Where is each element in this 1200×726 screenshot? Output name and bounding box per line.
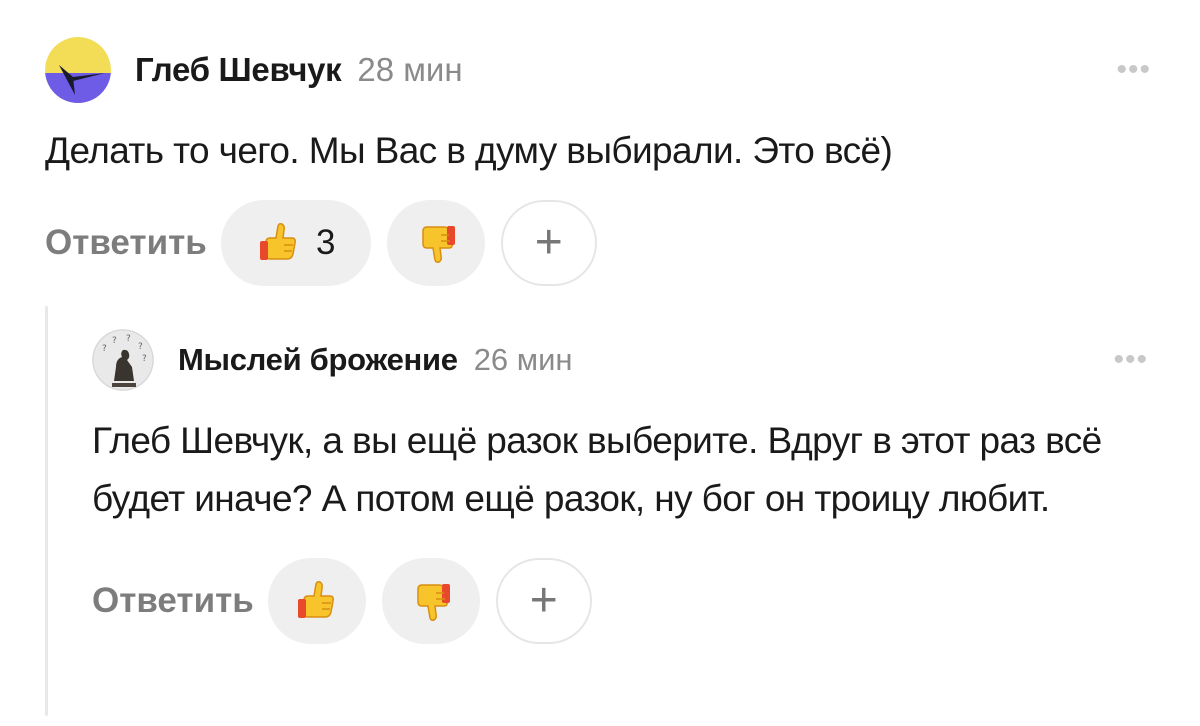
add-reaction-button[interactable]: + <box>500 200 597 286</box>
comment-header: ? ? ? ? ? Мыслей брожение 26 мин ••• <box>92 322 1162 398</box>
yellow-purple-avatar-icon <box>45 37 111 103</box>
reply-button[interactable]: Ответить <box>92 581 254 621</box>
ellipsis-icon[interactable]: ••• <box>1109 339 1152 381</box>
comment-actions: Ответить 3 + <box>45 200 1155 286</box>
like-button[interactable] <box>267 558 366 644</box>
svg-text:?: ? <box>102 344 107 354</box>
thumbs-down-icon <box>408 578 454 624</box>
like-count: 3 <box>316 223 336 262</box>
add-reaction-button[interactable]: + <box>495 558 592 644</box>
timestamp: 26 мин <box>473 342 573 377</box>
plus-icon: + <box>534 216 563 269</box>
comment: Глеб Шевчук 28 мин ••• Делать то чего. М… <box>45 30 1155 286</box>
dislike-button[interactable] <box>386 200 485 286</box>
svg-text:?: ? <box>126 334 131 344</box>
svg-text:?: ? <box>112 336 117 346</box>
thumbs-up-icon <box>294 578 340 624</box>
timestamp: 28 мин <box>357 51 463 88</box>
comment-text: Глеб Шевчук, а вы ещё разок выберите. Вд… <box>92 420 1102 519</box>
ellipsis-icon[interactable]: ••• <box>1112 49 1155 91</box>
author-name[interactable]: Мыслей брожение <box>178 342 458 378</box>
thread-line <box>45 306 48 716</box>
like-button[interactable]: 3 <box>220 200 371 286</box>
avatar[interactable] <box>45 37 111 103</box>
comment-actions: Ответить + <box>92 558 1162 644</box>
reply-button[interactable]: Ответить <box>45 223 207 263</box>
comment-text: Делать то чего. Мы Вас в думу выбирали. … <box>45 130 893 171</box>
dislike-button[interactable] <box>381 558 480 644</box>
reply-comment: ? ? ? ? ? Мыслей брожение 26 мин ••• Гле… <box>92 322 1162 644</box>
thinker-statue-avatar-icon: ? ? ? ? ? <box>92 329 154 391</box>
plus-icon: + <box>529 574 558 627</box>
svg-text:?: ? <box>142 354 147 364</box>
avatar[interactable]: ? ? ? ? ? <box>92 329 154 391</box>
svg-text:?: ? <box>138 342 143 352</box>
author-name[interactable]: Глеб Шевчук <box>135 51 342 89</box>
thumbs-up-icon <box>256 220 302 266</box>
comment-header: Глеб Шевчук 28 мин ••• <box>45 30 1155 110</box>
thumbs-down-icon <box>413 220 459 266</box>
